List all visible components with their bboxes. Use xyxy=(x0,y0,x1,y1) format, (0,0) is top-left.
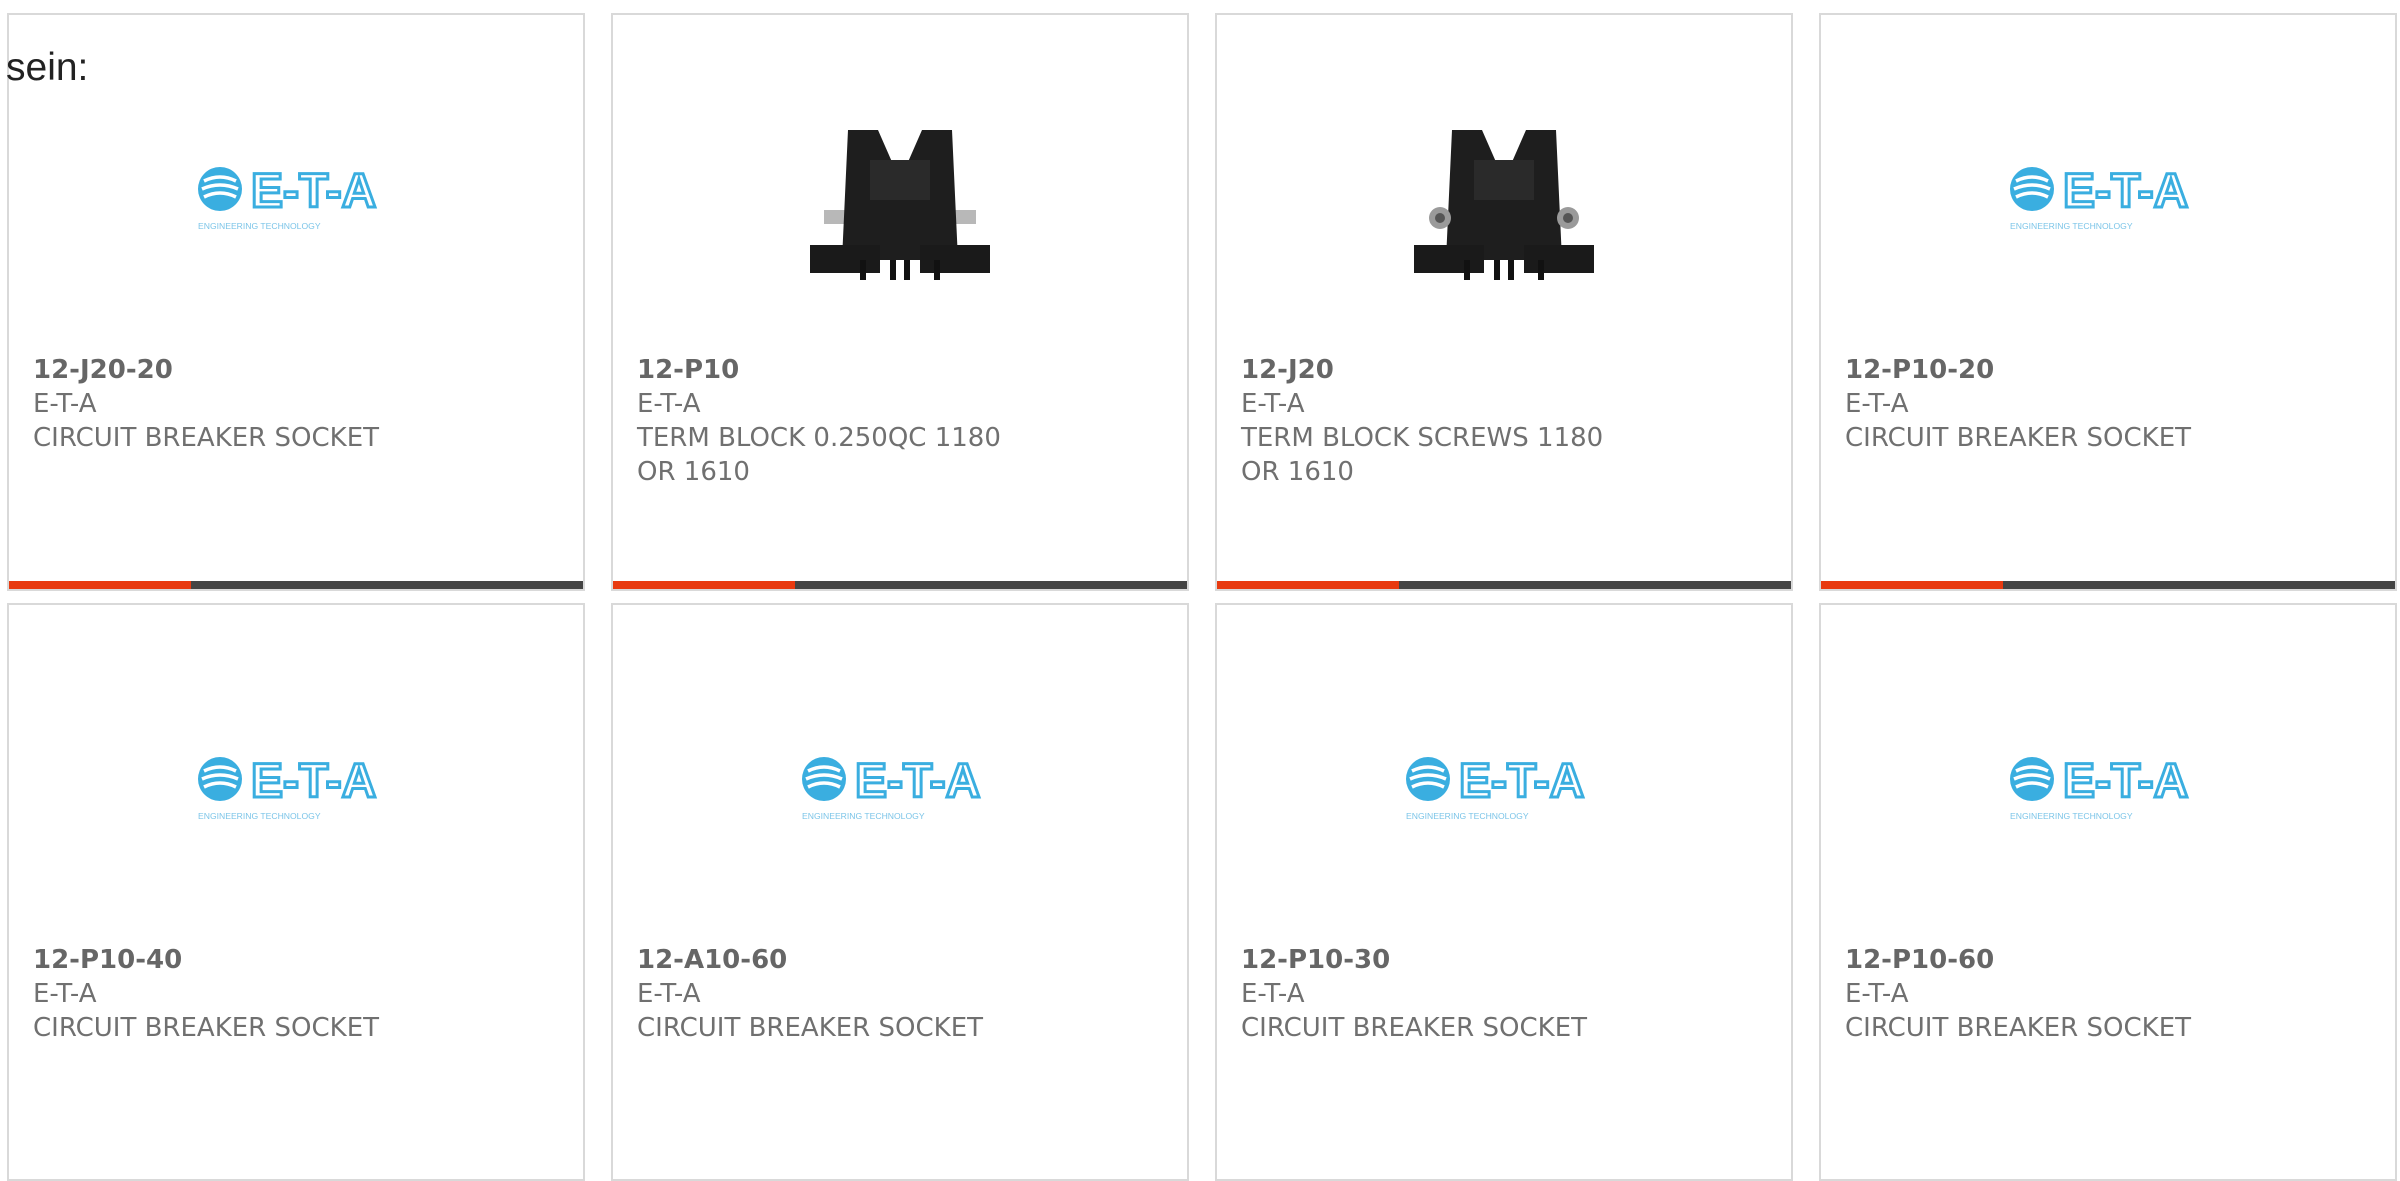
product-image[interactable]: E-T-A ENGINEERING TECHNOLOGY xyxy=(1821,675,2395,895)
product-card[interactable]: E-T-A ENGINEERING TECHNOLOGY 12-J20-20 E… xyxy=(7,13,585,591)
svg-text:E-T-A: E-T-A xyxy=(251,165,376,218)
manufacturer: E-T-A xyxy=(1241,389,1305,419)
product-card[interactable]: 12-P10 E-T-A TERM BLOCK 0.250QC 1180 OR … xyxy=(611,13,1189,591)
product-card[interactable]: E-T-A ENGINEERING TECHNOLOGY 12-A10-60 E… xyxy=(611,603,1189,1181)
card-bar xyxy=(1821,581,2395,589)
product-image[interactable]: E-T-A ENGINEERING TECHNOLOGY xyxy=(1217,675,1791,895)
description: CIRCUIT BREAKER SOCKET xyxy=(33,1013,379,1043)
card-bar-accent xyxy=(613,581,795,589)
svg-text:E-T-A: E-T-A xyxy=(2063,755,2188,808)
product-card[interactable]: 12-J20 E-T-A TERM BLOCK SCREWS 1180 OR 1… xyxy=(1215,13,1793,591)
description: CIRCUIT BREAKER SOCKET xyxy=(1845,1013,2191,1043)
eta-logo-icon: E-T-A ENGINEERING TECHNOLOGY xyxy=(198,754,378,821)
description: CIRCUIT BREAKER SOCKET xyxy=(637,1013,983,1043)
manufacturer: E-T-A xyxy=(1845,979,1909,1009)
svg-text:ENGINEERING TECHNOLOGY: ENGINEERING TECHNOLOGY xyxy=(198,811,321,821)
part-number[interactable]: 12-P10-20 xyxy=(1845,353,2245,387)
description: CIRCUIT BREAKER SOCKET xyxy=(1845,423,2191,453)
manufacturer: E-T-A xyxy=(1845,389,1909,419)
svg-text:E-T-A: E-T-A xyxy=(1459,755,1584,808)
product-card[interactable]: E-T-A ENGINEERING TECHNOLOGY 12-P10-20 E… xyxy=(1819,13,2397,591)
manufacturer: E-T-A xyxy=(1241,979,1305,1009)
term-block-qc-icon xyxy=(810,130,990,280)
svg-text:E-T-A: E-T-A xyxy=(2063,165,2188,218)
eta-logo-icon: E-T-A ENGINEERING TECHNOLOGY xyxy=(198,164,378,231)
part-number[interactable]: 12-A10-60 xyxy=(637,943,1037,977)
svg-text:ENGINEERING TECHNOLOGY: ENGINEERING TECHNOLOGY xyxy=(802,811,925,821)
eta-logo-icon: E-T-A ENGINEERING TECHNOLOGY xyxy=(802,754,982,821)
product-card[interactable]: E-T-A ENGINEERING TECHNOLOGY 12-P10-40 E… xyxy=(7,603,585,1181)
manufacturer: E-T-A xyxy=(33,979,97,1009)
part-number[interactable]: 12-P10-40 xyxy=(33,943,433,977)
card-bar-accent xyxy=(1217,581,1399,589)
product-image[interactable]: E-T-A ENGINEERING TECHNOLOGY xyxy=(9,85,583,305)
description: CIRCUIT BREAKER SOCKET xyxy=(33,423,379,453)
eta-logo-icon: E-T-A ENGINEERING TECHNOLOGY xyxy=(2010,754,2190,821)
part-number[interactable]: 12-J20 xyxy=(1241,353,1641,387)
part-number[interactable]: 12-J20-20 xyxy=(33,353,433,387)
svg-text:ENGINEERING TECHNOLOGY: ENGINEERING TECHNOLOGY xyxy=(198,221,321,231)
product-image[interactable]: E-T-A ENGINEERING TECHNOLOGY xyxy=(9,675,583,895)
card-bar xyxy=(1217,581,1791,589)
term-block-screws-icon xyxy=(1414,130,1594,280)
product-card[interactable]: E-T-A ENGINEERING TECHNOLOGY 12-P10-30 E… xyxy=(1215,603,1793,1181)
product-grid: E-T-A ENGINEERING TECHNOLOGY 12-J20-20 E… xyxy=(7,13,2397,1181)
part-number[interactable]: 12-P10-60 xyxy=(1845,943,2245,977)
description: TERM BLOCK SCREWS 1180 OR 1610 xyxy=(1241,423,1604,487)
product-image[interactable] xyxy=(613,85,1187,305)
eta-logo-icon: E-T-A ENGINEERING TECHNOLOGY xyxy=(2010,164,2190,231)
manufacturer: E-T-A xyxy=(33,389,97,419)
svg-text:ENGINEERING TECHNOLOGY: ENGINEERING TECHNOLOGY xyxy=(1406,811,1529,821)
svg-text:ENGINEERING TECHNOLOGY: ENGINEERING TECHNOLOGY xyxy=(2010,811,2133,821)
product-card[interactable]: E-T-A ENGINEERING TECHNOLOGY 12-P10-60 E… xyxy=(1819,603,2397,1181)
card-bar-accent xyxy=(1821,581,2003,589)
svg-text:E-T-A: E-T-A xyxy=(251,755,376,808)
manufacturer: E-T-A xyxy=(637,389,701,419)
product-image[interactable] xyxy=(1217,85,1791,305)
card-bar xyxy=(613,581,1187,589)
description: TERM BLOCK 0.250QC 1180 OR 1610 xyxy=(637,423,1001,487)
product-image[interactable]: E-T-A ENGINEERING TECHNOLOGY xyxy=(1821,85,2395,305)
intro-text: sein: xyxy=(6,46,89,89)
svg-text:ENGINEERING TECHNOLOGY: ENGINEERING TECHNOLOGY xyxy=(2010,221,2133,231)
part-number[interactable]: 12-P10-30 xyxy=(1241,943,1641,977)
card-bar-accent xyxy=(9,581,191,589)
eta-logo-icon: E-T-A ENGINEERING TECHNOLOGY xyxy=(1406,754,1586,821)
manufacturer: E-T-A xyxy=(637,979,701,1009)
product-image[interactable]: E-T-A ENGINEERING TECHNOLOGY xyxy=(613,675,1187,895)
part-number[interactable]: 12-P10 xyxy=(637,353,1037,387)
card-bar xyxy=(9,581,583,589)
svg-text:E-T-A: E-T-A xyxy=(855,755,980,808)
description: CIRCUIT BREAKER SOCKET xyxy=(1241,1013,1587,1043)
